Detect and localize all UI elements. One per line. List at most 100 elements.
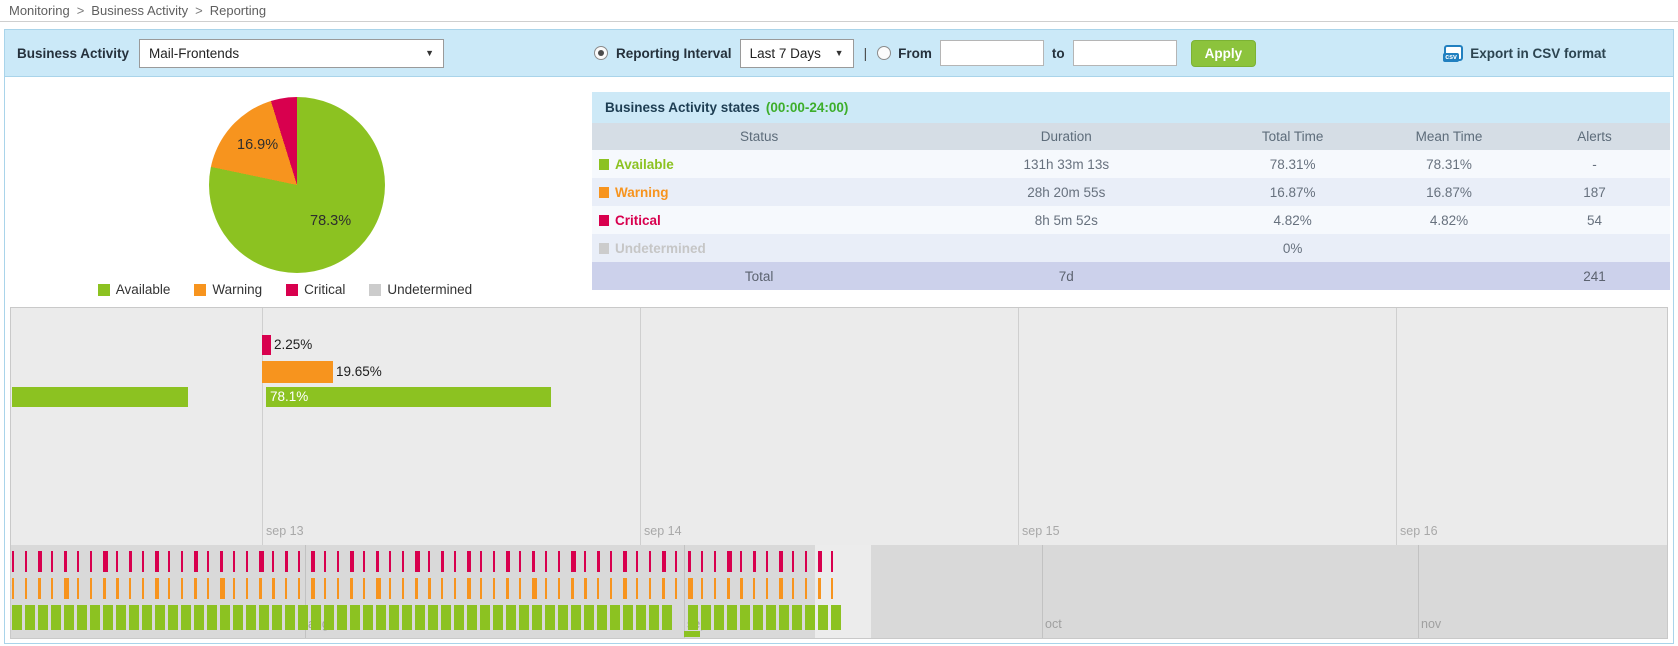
to-label: to	[1052, 46, 1065, 61]
status-cell: Warning	[592, 185, 926, 200]
event-tick-available	[233, 605, 243, 630]
timeline-main-band[interactable]: sep 13sep 14sep 15sep 162.25%19.65%78.1%	[11, 308, 1667, 545]
event-tick-available	[155, 605, 165, 630]
table-header-row: StatusDurationTotal TimeMean TimeAlerts	[592, 123, 1670, 150]
timeline-overview-band[interactable]: augsepoctnov	[11, 545, 1667, 638]
event-tick-available	[298, 605, 308, 630]
reporting-interval-radio[interactable]	[594, 46, 608, 60]
event-tick-available	[701, 605, 711, 630]
status-swatch	[599, 243, 609, 254]
event-tick-critical	[714, 551, 716, 572]
event-tick-warning	[519, 578, 521, 599]
custom-period-radio[interactable]	[877, 46, 891, 60]
event-tick-warning	[129, 578, 131, 599]
event-tick-available	[441, 605, 451, 630]
chevron-down-icon: ▼	[425, 48, 434, 58]
event-tick-available	[428, 605, 438, 630]
event-tick-critical	[480, 551, 482, 572]
timeline-bar-label: 19.65%	[336, 364, 382, 379]
event-tick-available	[831, 605, 841, 630]
event-tick-available	[571, 605, 581, 630]
day-gridline	[640, 308, 641, 545]
from-date-input[interactable]	[940, 40, 1044, 66]
availability-pie-chart: 78.3%16.9%	[209, 97, 385, 273]
event-tick-critical	[831, 551, 833, 572]
event-tick-warning	[272, 578, 275, 599]
event-tick-available	[246, 605, 256, 630]
status-swatch	[599, 187, 609, 198]
event-tick-critical	[792, 551, 794, 572]
business-activity-value: Mail-Frontends	[149, 46, 239, 61]
business-activity-select[interactable]: Mail-Frontends ▼	[139, 39, 444, 68]
event-tick-warning	[428, 578, 431, 599]
export-csv-link[interactable]: csv Export in CSV format	[1444, 45, 1606, 61]
event-tick-warning	[77, 578, 79, 599]
event-tick-warning	[259, 578, 262, 599]
from-label: From	[898, 46, 932, 61]
alerts-cell: -	[1519, 157, 1670, 172]
event-tick-critical	[467, 551, 471, 572]
event-tick-critical	[311, 551, 315, 572]
event-tick-warning	[649, 578, 651, 599]
alerts-cell: 187	[1519, 185, 1670, 200]
alerts-cell: 54	[1519, 213, 1670, 228]
event-tick-available	[116, 605, 126, 630]
interval-select[interactable]: Last 7 Days ▼	[740, 39, 854, 68]
column-header: Alerts	[1519, 129, 1670, 144]
column-header: Duration	[926, 129, 1206, 144]
table-body: Available131h 33m 13s78.31%78.31%-Warnin…	[592, 150, 1670, 290]
event-tick-critical	[766, 551, 768, 572]
column-header: Mean Time	[1379, 129, 1519, 144]
breadcrumb-item[interactable]: Business Activity	[91, 3, 188, 18]
reporting-interval-label: Reporting Interval	[616, 46, 732, 61]
event-tick-warning	[779, 578, 783, 599]
status-label: Critical	[615, 213, 661, 228]
table-row: Warning28h 20m 55s16.87%16.87%187	[592, 178, 1670, 206]
to-date-input[interactable]	[1073, 40, 1177, 66]
month-axis-label: nov	[1421, 617, 1441, 631]
status-swatch	[599, 215, 609, 226]
event-tick-warning	[298, 578, 300, 599]
event-tick-available	[129, 605, 139, 630]
event-tick-critical	[207, 551, 209, 572]
mean-time-cell: 78.31%	[1379, 157, 1519, 172]
apply-button[interactable]: Apply	[1191, 40, 1257, 67]
event-tick-critical	[103, 551, 108, 572]
event-tick-warning	[181, 578, 183, 599]
csv-file-icon: csv	[1444, 45, 1463, 61]
event-tick-available	[168, 605, 178, 630]
event-tick-critical	[25, 551, 27, 572]
event-tick-critical	[636, 551, 638, 572]
event-tick-critical	[584, 551, 586, 572]
event-tick-critical	[402, 551, 404, 572]
event-tick-warning	[506, 578, 509, 599]
timeline-bar-warning	[262, 361, 333, 383]
event-tick-available	[90, 605, 100, 630]
month-gridline	[1418, 545, 1419, 638]
event-tick-available	[363, 605, 373, 630]
simile-credit-link[interactable]: Timeline © SIMILE	[10, 544, 14, 635]
event-tick-critical	[129, 551, 132, 572]
duration-cell: 28h 20m 55s	[926, 185, 1206, 200]
event-tick-warning	[376, 578, 381, 599]
event-tick-warning	[740, 578, 743, 599]
event-tick-warning	[571, 578, 574, 599]
legend-swatch	[369, 284, 381, 296]
event-tick-available	[727, 605, 737, 630]
status-cell: Available	[592, 157, 926, 172]
event-tick-warning	[766, 578, 768, 599]
event-tick-warning	[51, 578, 53, 599]
breadcrumb-item[interactable]: Monitoring	[9, 3, 70, 18]
event-tick-warning	[441, 578, 443, 599]
event-tick-critical	[545, 551, 547, 572]
legend-item: Undetermined	[369, 282, 472, 297]
event-tick-available	[220, 605, 230, 630]
event-tick-warning	[233, 578, 235, 599]
event-tick-warning	[103, 578, 106, 599]
event-tick-available	[389, 605, 399, 630]
day-axis-label: sep 13	[266, 524, 304, 538]
breadcrumb-item[interactable]: Reporting	[210, 3, 266, 18]
event-tick-critical	[272, 551, 274, 572]
event-tick-critical	[493, 551, 495, 572]
event-tick-available	[181, 605, 191, 630]
